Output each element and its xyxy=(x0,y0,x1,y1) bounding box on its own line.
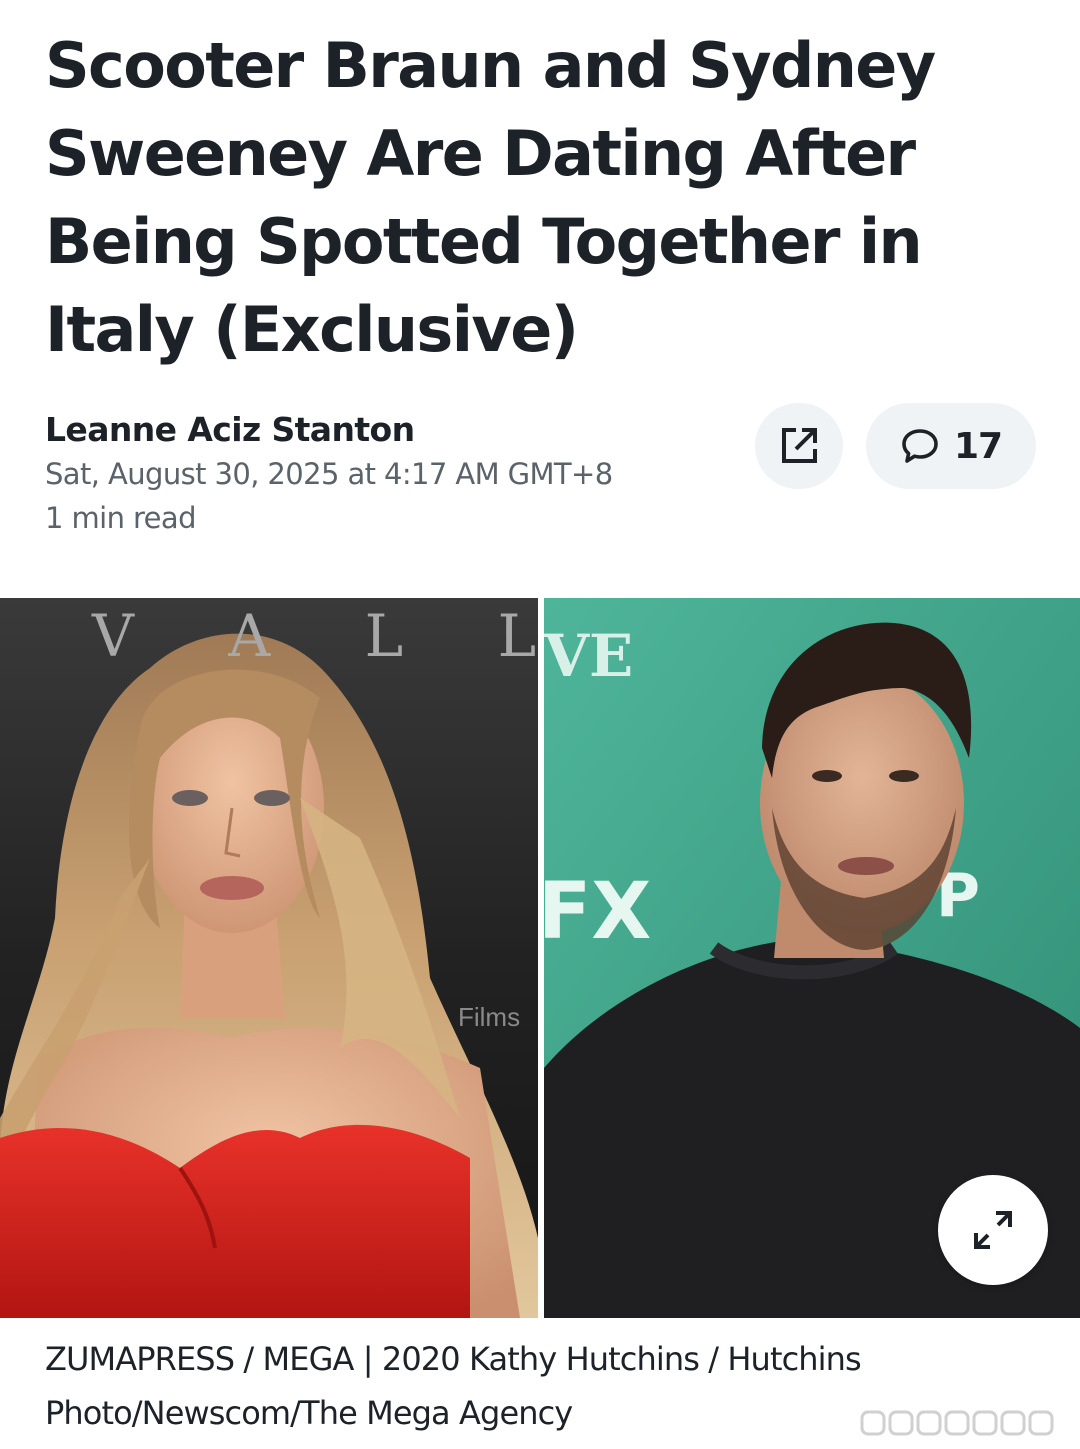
watermark-logo xyxy=(860,1410,1054,1436)
article-headline: Scooter Braun and Sydney Sweeney Are Dat… xyxy=(45,29,936,366)
comments-button[interactable]: 17 xyxy=(866,403,1036,489)
backdrop-logo-fx: FX xyxy=(544,867,651,957)
expand-image-button[interactable] xyxy=(938,1175,1048,1285)
backdrop-text-ve: VE xyxy=(544,622,633,690)
author-name[interactable]: Leanne Aciz Stanton xyxy=(45,408,745,452)
photo-sydney-sweeney: V A L L E Films xyxy=(0,598,538,1318)
share-button[interactable] xyxy=(755,403,843,489)
expand-arrows-icon xyxy=(974,1211,1012,1249)
read-time: 1 min read xyxy=(45,501,196,535)
share-external-icon xyxy=(782,428,817,463)
backdrop-text-films: Films xyxy=(458,1002,520,1032)
comment-count: 17 xyxy=(953,425,1003,467)
comment-bubble-icon xyxy=(902,429,938,463)
byline: Leanne Aciz Stanton Sat, August 30, 2025… xyxy=(45,408,745,540)
article-hero-image[interactable]: V A L L E Films VE FX P xyxy=(0,598,1080,1318)
publish-date: Sat, August 30, 2025 at 4:17 AM GMT+8 xyxy=(45,457,613,491)
backdrop-text-valle: V A L L E xyxy=(91,602,538,670)
